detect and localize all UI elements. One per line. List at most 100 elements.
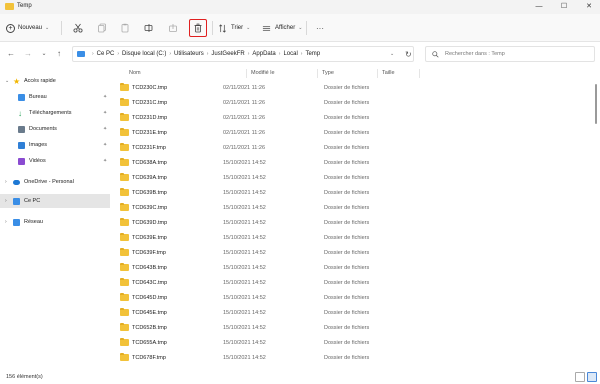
- sidebar-item-ce-pc[interactable]: › Ce PC: [0, 194, 110, 208]
- file-name: TCD638A.tmp: [132, 160, 167, 166]
- table-row[interactable]: TCD639D.tmp 15/10/2021 14:52 Dossier de fi…: [112, 215, 600, 230]
- file-name: TCD639C.tmp: [132, 205, 168, 211]
- maximize-button[interactable]: ☐: [553, 0, 575, 14]
- sidebar-item-telechargements[interactable]: ↓ Téléchargements ✦: [0, 106, 110, 120]
- file-type: Dossier de fichiers: [324, 295, 370, 301]
- paste-button[interactable]: [117, 21, 133, 35]
- table-row[interactable]: TCD231D.tmp 02/11/2021 11:26 Dossier de fi…: [112, 110, 600, 125]
- breadcrumb-item[interactable]: JustGeekFR: [211, 51, 244, 57]
- chevron-right-icon[interactable]: ›: [5, 219, 7, 225]
- table-row[interactable]: TCD643B.tmp 15/10/2021 14:52 Dossier de fi…: [112, 260, 600, 275]
- file-date: 15/10/2021 14:52: [223, 265, 266, 271]
- forward-button[interactable]: →: [22, 48, 34, 60]
- view-button[interactable]: Afficher ⌄: [262, 22, 302, 34]
- table-row[interactable]: TCD638A.tmp 15/10/2021 14:52 Dossier de fi…: [112, 155, 600, 170]
- sidebar-item-bureau[interactable]: Bureau ✦: [0, 90, 110, 104]
- table-row[interactable]: TCD678F.tmp 15/10/2021 14:52 Dossier de fi…: [112, 350, 600, 365]
- file-type: Dossier de fichiers: [324, 175, 370, 181]
- table-row[interactable]: TCD639B.tmp 15/10/2021 14:52 Dossier de fi…: [112, 185, 600, 200]
- vertical-scrollbar[interactable]: [594, 80, 598, 368]
- column-divider[interactable]: [419, 69, 420, 78]
- sort-button[interactable]: Trier ⌄: [218, 22, 250, 34]
- file-type: Dossier de fichiers: [324, 280, 370, 286]
- share-button[interactable]: [165, 21, 181, 35]
- column-header-modified[interactable]: Modifié le: [251, 70, 275, 76]
- toolbar-divider: [61, 21, 62, 35]
- status-bar: 156 élément(s): [0, 370, 600, 384]
- breadcrumb-item[interactable]: Utilisateurs: [174, 51, 204, 57]
- file-date: 15/10/2021 14:52: [223, 310, 266, 316]
- clipboard-icon: [121, 23, 129, 33]
- column-divider[interactable]: [377, 69, 378, 78]
- sidebar-item-reseau[interactable]: › Réseau: [0, 215, 110, 229]
- breadcrumb-item[interactable]: Disque local (C:): [122, 51, 166, 57]
- table-row[interactable]: TCD231E.tmp 02/11/2021 11:26 Dossier de fi…: [112, 125, 600, 140]
- sort-icon: [219, 23, 226, 33]
- file-date: 02/11/2021 11:26: [223, 100, 266, 106]
- plus-icon: +: [6, 23, 15, 33]
- file-name: TCD652B.tmp: [132, 325, 167, 331]
- refresh-icon[interactable]: ↻: [405, 50, 412, 59]
- table-row[interactable]: TCD645D.tmp 15/10/2021 14:52 Dossier de fi…: [112, 290, 600, 305]
- sidebar-item-images[interactable]: Images ✦: [0, 138, 110, 152]
- cut-button[interactable]: [70, 21, 86, 35]
- delete-button[interactable]: [189, 19, 207, 37]
- table-row[interactable]: TCD230C.tmp 02/11/2021 11:26 Dossier de fi…: [112, 80, 600, 95]
- breadcrumb-item[interactable]: Ce PC: [97, 51, 115, 57]
- folder-icon: [120, 307, 129, 316]
- window-title: Temp: [17, 3, 32, 9]
- table-row[interactable]: TCD231C.tmp 02/11/2021 11:26 Dossier de fi…: [112, 95, 600, 110]
- sidebar-item-label: Téléchargements: [29, 110, 72, 116]
- breadcrumb-separator: ›: [92, 51, 94, 57]
- breadcrumb-item[interactable]: Local: [283, 51, 297, 57]
- table-row[interactable]: TCD231F.tmp 02/11/2021 11:26 Dossier de fi…: [112, 140, 600, 155]
- back-button[interactable]: ←: [5, 48, 17, 60]
- image-icon: [18, 141, 25, 149]
- table-row[interactable]: TCD639E.tmp 15/10/2021 14:52 Dossier de fi…: [112, 230, 600, 245]
- address-history-chevron-icon[interactable]: ⌄: [390, 51, 394, 57]
- minimize-button[interactable]: —: [528, 0, 550, 14]
- table-row[interactable]: TCD652B.tmp 15/10/2021 14:52 Dossier de fi…: [112, 320, 600, 335]
- file-type: Dossier de fichiers: [324, 205, 370, 211]
- column-divider[interactable]: [317, 69, 318, 78]
- toolbar-divider: [212, 21, 213, 35]
- chevron-down-icon[interactable]: ⌄: [5, 78, 9, 84]
- search-input[interactable]: Rechercher dans : Temp: [425, 46, 595, 62]
- sidebar-item-videos[interactable]: Vidéos ✦: [0, 154, 110, 168]
- close-button[interactable]: ✕: [578, 0, 600, 14]
- copy-button[interactable]: [94, 21, 110, 35]
- table-row[interactable]: TCD643C.tmp 15/10/2021 14:52 Dossier de fi…: [112, 275, 600, 290]
- file-date: 15/10/2021 14:52: [223, 355, 266, 361]
- sidebar-item-documents[interactable]: Documents ✦: [0, 122, 110, 136]
- scrollbar-thumb[interactable]: [595, 84, 597, 124]
- breadcrumb-item[interactable]: AppData: [252, 51, 275, 57]
- chevron-right-icon[interactable]: ›: [5, 198, 7, 204]
- sidebar-item-onedrive[interactable]: › OneDrive - Personal: [0, 175, 110, 189]
- sidebar-item-label: Réseau: [24, 219, 43, 225]
- up-button[interactable]: ↑: [53, 48, 65, 60]
- table-row[interactable]: TCD645E.tmp 15/10/2021 14:52 Dossier de fi…: [112, 305, 600, 320]
- file-date: 15/10/2021 14:52: [223, 175, 266, 181]
- large-icons-view-button[interactable]: [587, 372, 597, 382]
- chevron-right-icon[interactable]: ›: [5, 179, 7, 185]
- table-row[interactable]: TCD639F.tmp 15/10/2021 14:52 Dossier de fi…: [112, 245, 600, 260]
- pin-icon: ✦: [103, 126, 108, 132]
- recent-locations-button[interactable]: ⌄: [38, 48, 50, 60]
- column-header-name[interactable]: Nom: [129, 70, 141, 76]
- folder-icon: [120, 337, 129, 346]
- rename-button[interactable]: [141, 21, 157, 35]
- table-row[interactable]: TCD639C.tmp 15/10/2021 14:52 Dossier de fi…: [112, 200, 600, 215]
- table-row[interactable]: TCD655A.tmp 15/10/2021 14:52 Dossier de fi…: [112, 335, 600, 350]
- computer-icon: [13, 197, 20, 205]
- column-header-size[interactable]: Taille: [382, 70, 395, 76]
- column-header-type[interactable]: Type: [322, 70, 334, 76]
- sidebar-item-quick-access[interactable]: ⌄ ★ Accès rapide: [0, 74, 110, 88]
- breadcrumb-item[interactable]: Temp: [305, 51, 320, 57]
- new-button[interactable]: + Nouveau ⌄: [6, 22, 49, 34]
- address-bar[interactable]: › Ce PC › Disque local (C:) › Utilisateu…: [72, 46, 414, 62]
- table-row[interactable]: TCD639A.tmp 15/10/2021 14:52 Dossier de fi…: [112, 170, 600, 185]
- column-divider[interactable]: [246, 69, 247, 78]
- more-options-button[interactable]: ···: [316, 22, 324, 34]
- file-date: 15/10/2021 14:52: [223, 325, 266, 331]
- details-view-button[interactable]: [575, 372, 585, 382]
